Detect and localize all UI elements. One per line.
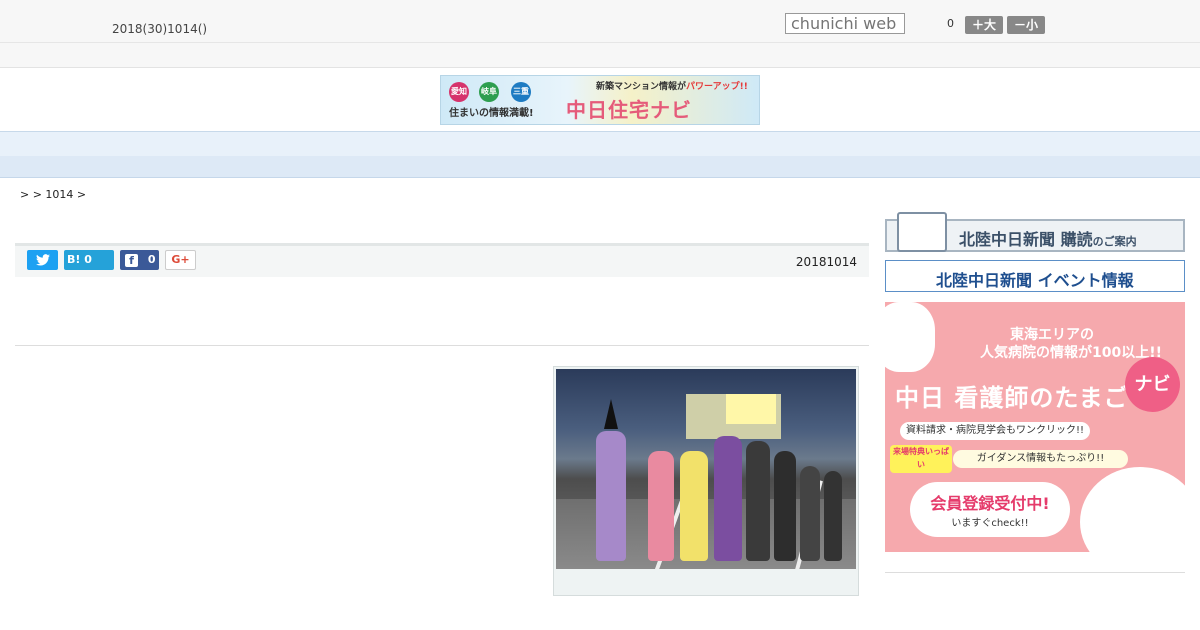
banner-subtitle: 住まいの情報満載! bbox=[449, 108, 534, 119]
photo-lit-sign bbox=[726, 394, 776, 424]
ad-speech-bubble: 会員登録受付中! いますぐcheck!! bbox=[910, 482, 1070, 537]
events-banner-text: 北陸中日新聞 イベント情報 bbox=[936, 271, 1134, 290]
sidebar-divider bbox=[885, 572, 1185, 573]
nurse-character-left bbox=[885, 302, 935, 372]
photo-person bbox=[774, 451, 796, 561]
gplus-share-button[interactable]: G+ bbox=[165, 250, 196, 270]
breadcrumb[interactable]: > > 1014 > bbox=[20, 188, 86, 201]
facebook-count: 0 bbox=[147, 253, 156, 266]
subscribe-banner-text: 北陸中日新聞 購読のご案内 bbox=[959, 226, 1137, 250]
ad-navi-badge: ナビ bbox=[1125, 357, 1180, 412]
article-date: 20181014 bbox=[795, 255, 857, 269]
facebook-share-button[interactable]: f 0 bbox=[120, 250, 159, 270]
housing-navi-banner[interactable]: 愛知 岐阜 三重 住まいの情報満載! 新築マンション情報がパワーアップ!! 中日… bbox=[440, 75, 760, 125]
photo-person-yellow-yukata bbox=[680, 451, 708, 561]
share-bar: B! 0 f 0 G+ 20181014 bbox=[15, 243, 869, 277]
banner-badge-mie: 三重 bbox=[511, 82, 531, 102]
facebook-icon: f bbox=[125, 253, 138, 267]
subscribe-main: 北陸中日新聞 購読 bbox=[959, 230, 1093, 249]
article-photo[interactable] bbox=[556, 369, 856, 569]
divider bbox=[15, 345, 869, 346]
main-nav bbox=[0, 131, 1200, 157]
hatena-icon: B! bbox=[67, 253, 81, 266]
header-count: 0 bbox=[947, 17, 954, 30]
ad-bubble-sub: いますぐcheck!! bbox=[951, 518, 1029, 529]
sub-nav-bar bbox=[0, 156, 1200, 178]
banner-tagline-highlight: パワーアップ!! bbox=[686, 82, 748, 92]
ad-pill-1: 資料請求・病院見学会もワンクリック!! bbox=[900, 422, 1090, 440]
ad-bubble-main: 会員登録受付中! bbox=[930, 494, 1050, 513]
banner-badge-gifu: 岐阜 bbox=[479, 82, 499, 102]
newspaper-book-icon bbox=[897, 212, 947, 252]
photo-person bbox=[800, 466, 820, 561]
nurse-character-right bbox=[1080, 467, 1185, 552]
banner-tagline-prefix: 新築マンション情報が bbox=[596, 82, 687, 92]
photo-person-purple bbox=[714, 436, 742, 561]
article-photo-frame bbox=[553, 366, 859, 596]
photo-person-pink-yukata bbox=[648, 451, 674, 561]
font-size-small-button[interactable]: －小 bbox=[1007, 16, 1045, 34]
photo-priest-hat bbox=[604, 399, 618, 429]
nurse-navi-ad[interactable]: 東海エリアの 人気病院の情報が100以上!! 中日 看護師のたまご ナビ 資料請… bbox=[885, 302, 1185, 552]
twitter-share-button[interactable] bbox=[27, 250, 58, 270]
ad-line-1: 東海エリアの bbox=[1010, 327, 1094, 343]
events-banner[interactable]: 北陸中日新聞 イベント情報 bbox=[885, 260, 1185, 292]
photo-person bbox=[824, 471, 842, 561]
banner-brand: 中日住宅ナビ bbox=[566, 98, 692, 122]
hatena-count: 0 bbox=[84, 253, 92, 266]
ad-tag: 来場特典いっぱい bbox=[890, 445, 952, 473]
twitter-icon bbox=[35, 254, 50, 266]
banner-tagline: 新築マンション情報がパワーアップ!! bbox=[596, 79, 748, 92]
photo-person-priest bbox=[596, 431, 626, 561]
ad-pill-2: ガイダンス情報もたっぷり!! bbox=[953, 450, 1128, 468]
secondary-strip bbox=[0, 43, 1200, 68]
hatena-bookmark-button[interactable]: B! 0 bbox=[64, 250, 114, 270]
header-date: 2018(30)1014() bbox=[112, 22, 208, 36]
photo-person bbox=[746, 441, 770, 561]
subscribe-small: のご案内 bbox=[1092, 235, 1137, 248]
search-input[interactable] bbox=[785, 13, 905, 34]
font-size-large-button[interactable]: ＋大 bbox=[965, 16, 1003, 34]
ad-title: 中日 看護師のたまご bbox=[895, 384, 1129, 412]
top-utility-bar: 2018(30)1014() 0 ＋大 －小 bbox=[0, 0, 1200, 43]
ad-line-2: 人気病院の情報が100以上!! bbox=[980, 345, 1162, 361]
banner-badge-aichi: 愛知 bbox=[449, 82, 469, 102]
subscribe-banner[interactable]: 北陸中日新聞 購読のご案内 bbox=[885, 212, 1185, 252]
